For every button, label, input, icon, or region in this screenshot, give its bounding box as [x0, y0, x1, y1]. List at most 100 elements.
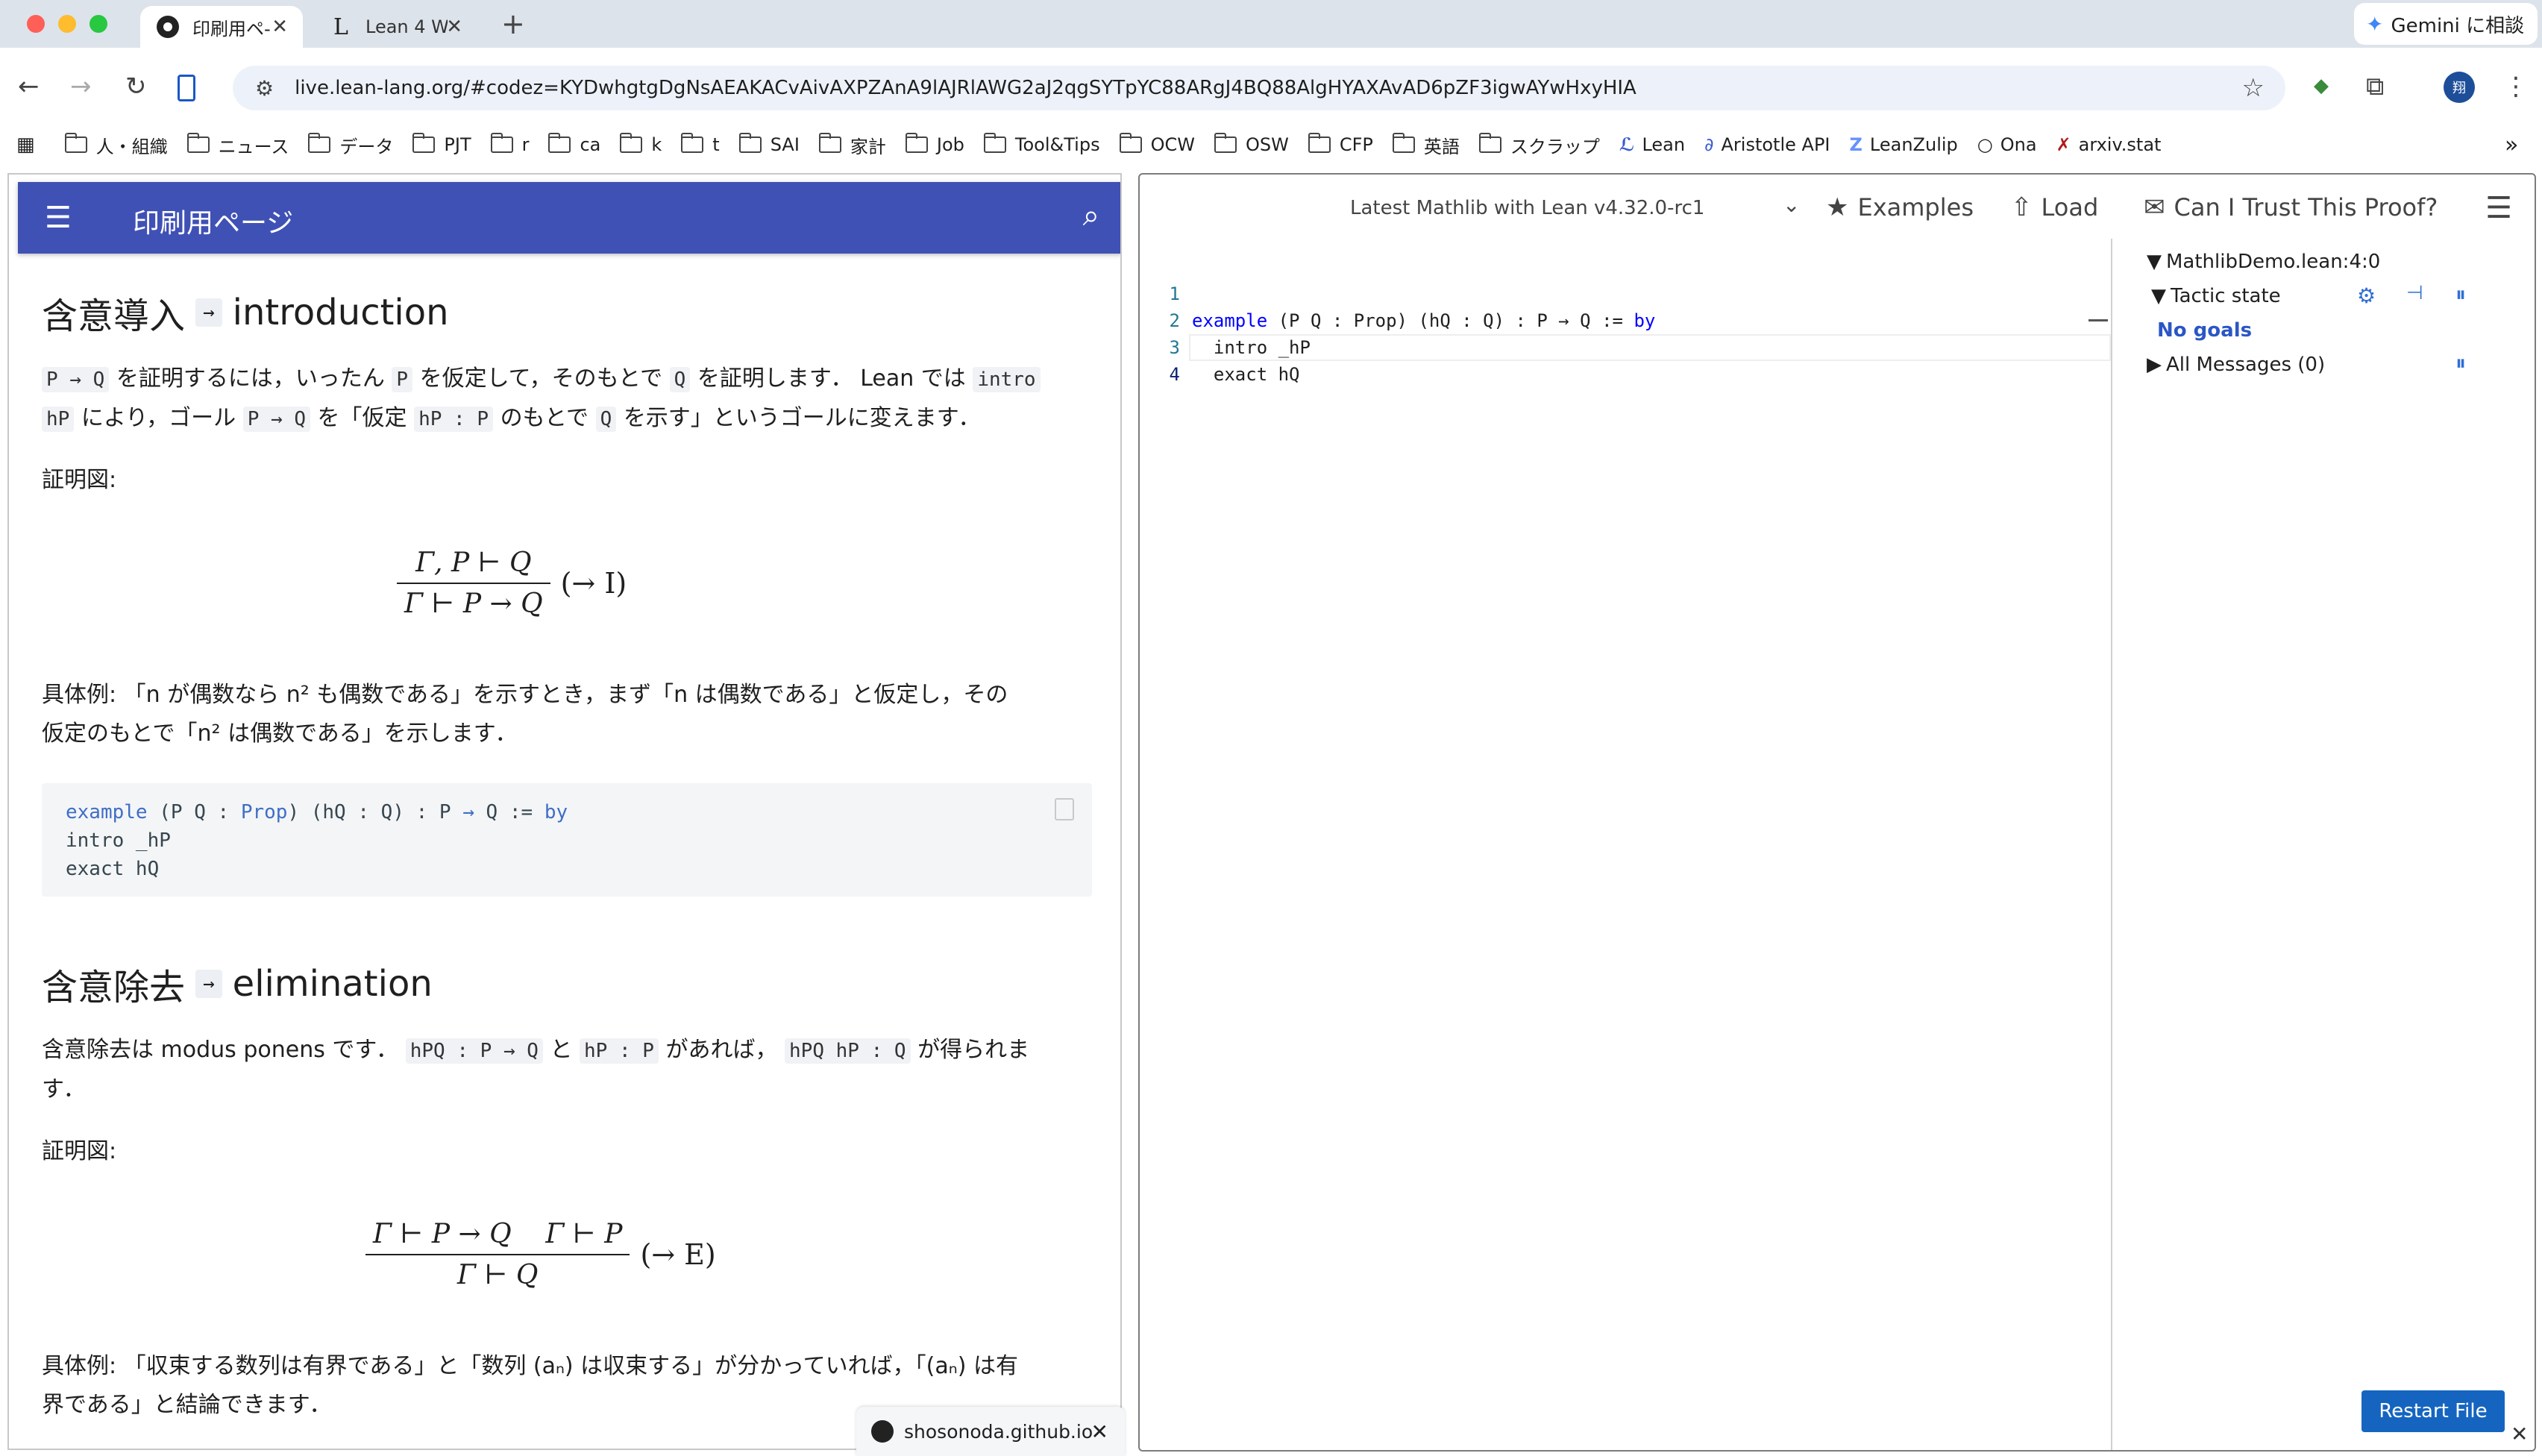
bookmark-folder[interactable]: OSW — [1214, 133, 1289, 155]
new-tab-button[interactable]: + — [501, 7, 525, 40]
pause-icon[interactable]: ⏸ — [2455, 282, 2466, 307]
copy-icon[interactable] — [1055, 798, 1074, 820]
bookmark-folder[interactable]: 人・組織 — [64, 132, 168, 158]
profile-avatar[interactable]: 翔 — [2444, 72, 2475, 103]
bookmark-folder[interactable]: Tool&Tips — [983, 133, 1100, 155]
bookmark-label: OCW — [1150, 134, 1195, 155]
url-text: live.lean-lang.org/#codez=KYDwhgtgDgNsAE… — [295, 77, 1636, 99]
pin-icon[interactable]: ⊣ — [2406, 282, 2423, 304]
forward-button[interactable]: → — [70, 72, 92, 101]
bookmarks-bar: ▦ 人・組織 ニュース データ PJT r ca k t SAI 家計 Job … — [0, 128, 2542, 161]
load-button[interactable]: ⇧ Load — [2011, 192, 2098, 222]
restart-file-button[interactable]: Restart File — [2361, 1390, 2505, 1432]
bookmark-folder[interactable]: スクラップ — [1478, 132, 1600, 158]
tab-close-icon[interactable]: ✕ — [446, 16, 462, 38]
bookmark-label: Aristotle API — [1721, 134, 1830, 155]
bookmark-folder[interactable]: r — [490, 133, 529, 155]
version-select[interactable]: Latest Mathlib with Lean v4.32.0-rc1 — [1350, 197, 1704, 219]
heading-text: 含意除去 — [42, 967, 186, 1008]
folder-icon — [1392, 133, 1415, 153]
bookmark-folder[interactable]: OCW — [1119, 133, 1195, 155]
proof-diagram-label: 証明図: — [42, 1138, 117, 1164]
tab-close-icon[interactable]: ✕ — [272, 16, 288, 38]
minimize-window-button[interactable] — [58, 15, 76, 33]
bookmark-folder[interactable]: t — [681, 133, 720, 155]
tab-print-page[interactable]: 印刷用ペ- ✕ — [140, 6, 303, 48]
folder-icon — [308, 133, 331, 153]
menu-icon[interactable]: ☰ — [2485, 191, 2512, 225]
caret-down-icon: ▼ — [2147, 251, 2162, 273]
scrollbar-marker — [2088, 319, 2108, 321]
maximize-window-button[interactable] — [90, 15, 107, 33]
bookmark-label: k — [651, 134, 662, 155]
current-line-highlight — [1189, 334, 2111, 361]
section-heading-elimination: 含意除去 → elimination — [42, 958, 1101, 1010]
heading-arrow: → — [195, 298, 222, 327]
bookmark-star-icon[interactable]: ☆ — [2242, 73, 2265, 103]
bookmark-label: SAI — [770, 134, 800, 155]
lean-logo-icon: ℒ — [1619, 134, 1635, 155]
all-messages-header[interactable]: ▶ All Messages (0) — [2147, 354, 2325, 376]
bookmark-aristotle[interactable]: ∂ Aristotle API — [1704, 134, 1830, 155]
bookmark-label: t — [712, 134, 720, 155]
folder-icon — [738, 133, 762, 153]
bookmark-folder[interactable]: SAI — [738, 133, 800, 155]
site-info-icon[interactable]: ⚙ — [255, 76, 274, 101]
examples-button[interactable]: ★ Examples — [1826, 192, 1974, 222]
bookmark-folder[interactable]: Job — [905, 133, 964, 155]
back-button[interactable]: ← — [18, 72, 40, 101]
apps-grid-icon[interactable]: ▦ — [16, 134, 35, 156]
pause-icon[interactable]: ⏸ — [2455, 351, 2466, 376]
bookmark-lean[interactable]: ℒ Lean — [1619, 134, 1685, 155]
bookmark-folder[interactable]: ca — [548, 133, 600, 155]
proof-diagram-label: 証明図: — [42, 467, 117, 493]
folder-icon — [983, 133, 1006, 153]
bookmark-folder[interactable]: CFP — [1308, 133, 1373, 155]
extensions-puzzle-icon[interactable]: ⧉ — [2366, 72, 2384, 101]
folder-icon — [490, 133, 513, 153]
close-icon[interactable]: ✕ — [1091, 1419, 1108, 1444]
document-pane: ☰ 印刷用ページ ⌕ 含意導入 → introduction P → Q を証明… — [7, 173, 1122, 1450]
close-icon[interactable]: ✕ — [2511, 1422, 2528, 1446]
gemini-button[interactable]: ✦ Gemini に相談 — [2354, 3, 2538, 45]
extension-icon[interactable]: ◆ — [2314, 75, 2329, 97]
bookmark-folder[interactable]: 家計 — [818, 132, 886, 158]
folder-icon — [620, 133, 643, 153]
reload-button[interactable]: ↻ — [125, 72, 147, 101]
code-line: intro _hP — [66, 829, 171, 852]
ona-icon: ○ — [1977, 134, 1993, 155]
tactic-state-header[interactable]: ▼ Tactic state — [2151, 285, 2281, 307]
side-panel-icon[interactable] — [178, 75, 195, 101]
chevron-down-icon[interactable]: ⌄ — [1783, 192, 1800, 217]
chrome-menu-icon[interactable]: ⋮ — [2503, 72, 2529, 101]
bookmark-folder[interactable]: 英語 — [1392, 132, 1460, 158]
search-icon[interactable]: ⌕ — [1083, 198, 1099, 233]
bookmark-folder[interactable]: ニュース — [186, 132, 289, 158]
tab-lean4-web[interactable]: L Lean 4 W ✕ — [313, 6, 477, 48]
bookmark-folder[interactable]: k — [620, 133, 662, 155]
address-bar[interactable]: ⚙ live.lean-lang.org/#codez=KYDwhgtgDgNs… — [233, 66, 2285, 110]
bookmark-folder[interactable]: PJT — [412, 133, 471, 155]
bookmarks-overflow-button[interactable]: » — [2505, 132, 2518, 158]
close-window-button[interactable] — [27, 15, 45, 33]
code-line: 3 exact hQ — [1169, 337, 1300, 385]
folder-icon — [412, 133, 436, 153]
folder-icon — [1119, 133, 1142, 153]
bookmark-leanzulip[interactable]: Z LeanZulip — [1850, 134, 1958, 155]
code-line: 1 example (P Q : Prop) (hQ : Q) : P → Q … — [1169, 283, 1656, 331]
download-shelf[interactable]: shosonoda.github.io ✕ — [856, 1407, 1125, 1456]
infoview-panel: ▼ MathlibDemo.lean:4:0 ▼ Tactic state ⚙ ⊣ … — [2111, 239, 2535, 1450]
folder-icon — [1478, 133, 1501, 153]
code-editor[interactable]: 1 example (P Q : Prop) (hQ : Q) : P → Q … — [1140, 246, 2111, 1450]
bookmark-label: arxiv.stat — [2078, 134, 2162, 155]
folder-icon — [186, 133, 210, 153]
file-position-header[interactable]: ▼ MathlibDemo.lean:4:0 — [2147, 251, 2380, 273]
bookmark-ona[interactable]: ○ Ona — [1977, 134, 2037, 155]
settings-gear-icon[interactable]: ⚙ — [2357, 283, 2376, 308]
bookmark-arxiv[interactable]: ✗ arxiv.stat — [2056, 134, 2162, 155]
bookmark-label: CFP — [1339, 134, 1373, 155]
bookmark-label: LeanZulip — [1869, 134, 1958, 155]
menu-icon[interactable]: ☰ — [45, 203, 72, 233]
trust-proof-button[interactable]: ✉ Can I Trust This Proof? — [2144, 192, 2438, 222]
bookmark-folder[interactable]: データ — [308, 132, 393, 158]
